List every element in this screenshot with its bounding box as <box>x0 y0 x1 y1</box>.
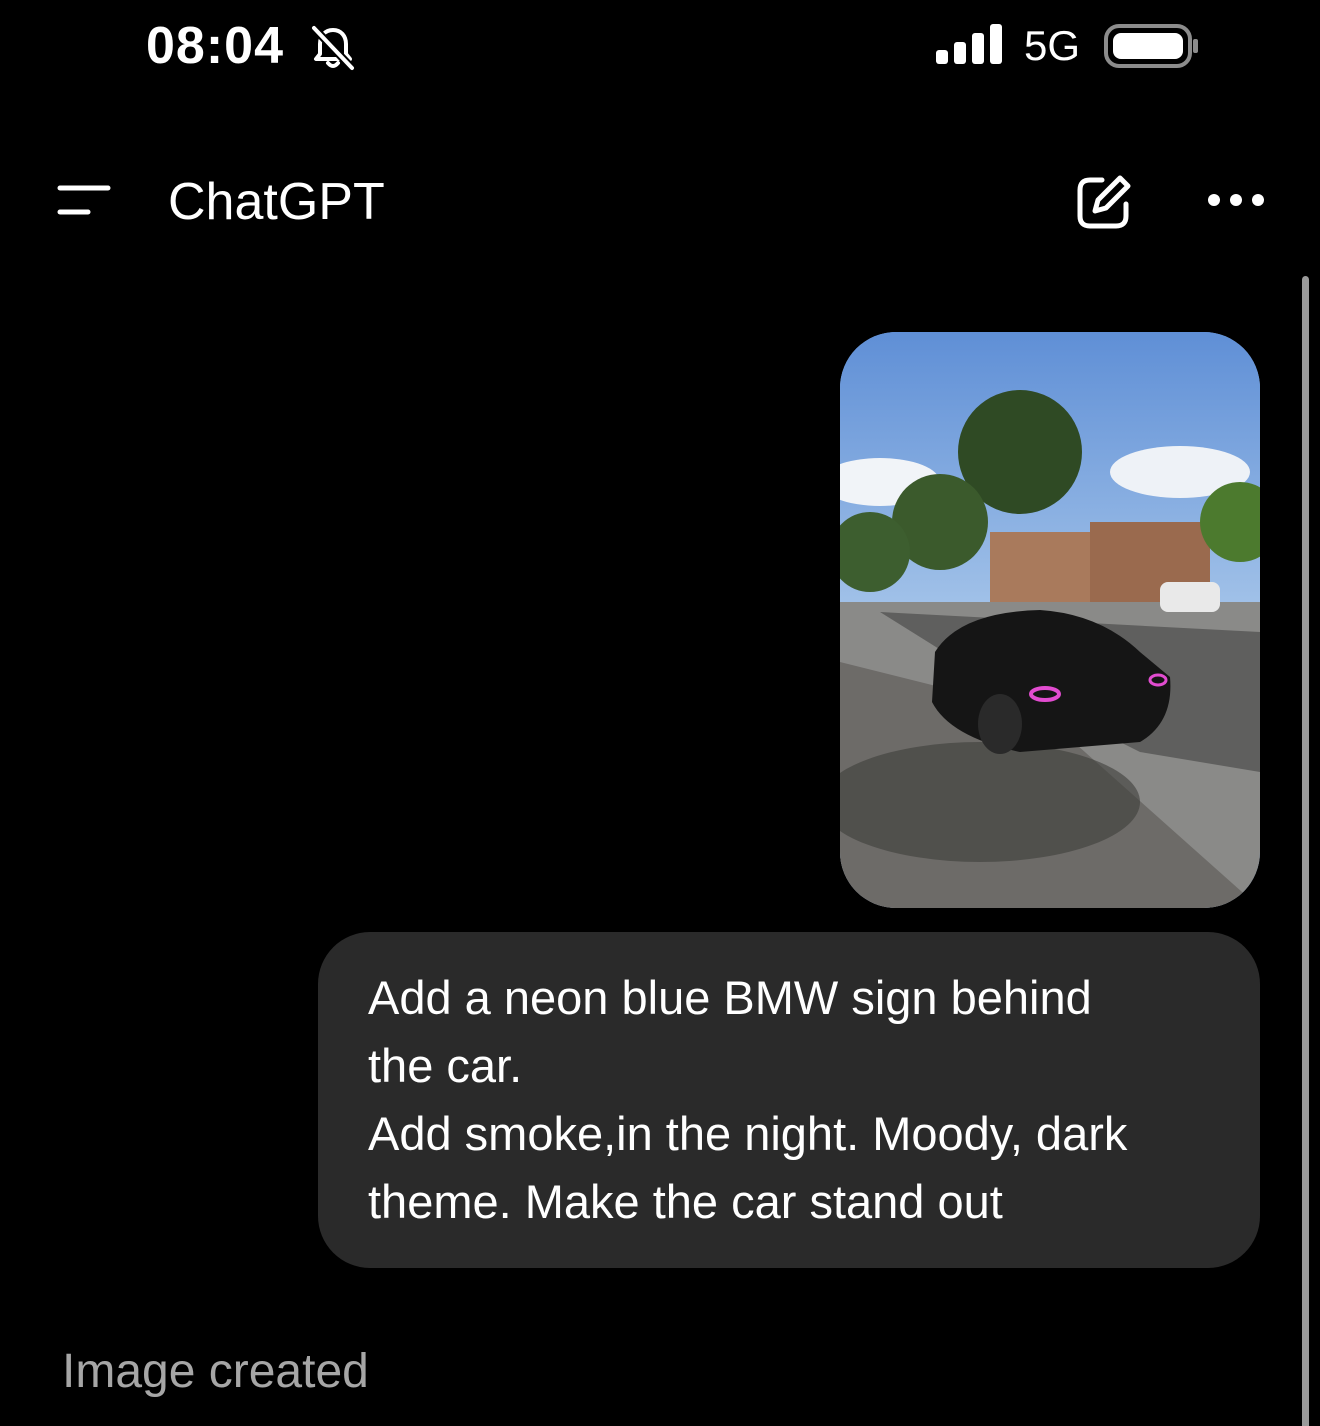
message-text-line: the car. <box>368 1039 523 1092</box>
signal-bars-icon <box>936 24 1002 64</box>
message-text-line: Add smoke,in the night. Moody, dark <box>368 1107 1128 1160</box>
more-icon[interactable] <box>1206 188 1266 212</box>
bell-slash-icon <box>311 25 355 71</box>
new-chat-icon[interactable] <box>1074 172 1134 232</box>
message-text-line: theme. Make the car stand out <box>368 1175 1003 1228</box>
scrollbar[interactable] <box>1302 276 1309 1426</box>
assistant-status: Image created <box>62 1345 369 1398</box>
battery-icon <box>1104 24 1198 68</box>
app-title: ChatGPT <box>168 173 385 231</box>
photo-attachment <box>840 332 1260 908</box>
network-type: 5G <box>1024 22 1081 69</box>
user-message-bubble[interactable]: Add a neon blue BMW sign behind the car.… <box>318 932 1260 1268</box>
menu-icon[interactable] <box>56 182 112 218</box>
chat-screen: 08:04 5G ChatGPT Add a neon blue BMW sig… <box>0 0 1320 1426</box>
status-time: 08:04 <box>146 17 284 75</box>
message-text-line: Add a neon blue BMW sign behind <box>368 971 1092 1024</box>
user-attached-photo[interactable] <box>840 332 1260 908</box>
